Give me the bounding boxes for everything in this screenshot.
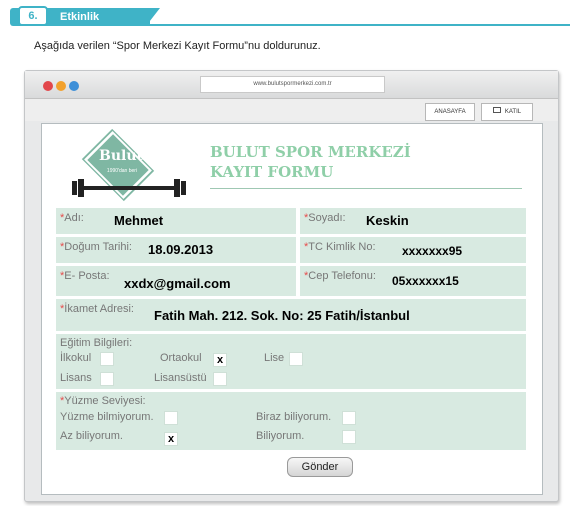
- surname-label: *Soyadı:: [304, 212, 346, 224]
- education-label: Eğitim Bilgileri:: [60, 337, 133, 349]
- join-button-label: KATIL: [504, 109, 522, 115]
- swim-little-checkbox[interactable]: x: [164, 432, 178, 446]
- phone-label: *Cep Telefonu:: [304, 270, 376, 282]
- swim-some-label: Biraz biliyorum.: [256, 411, 332, 423]
- education-lise-label: Lise: [264, 352, 285, 364]
- email-label-text: E- Posta:: [64, 270, 110, 282]
- address-field[interactable]: *İkamet Adresi: Fatih Mah. 212. Sok. No:…: [56, 299, 526, 331]
- barbell-icon: [72, 179, 186, 197]
- swim-none-label: Yüzme bilmiyorum.: [60, 411, 154, 423]
- phone-value: 05xxxxxx15: [392, 274, 459, 288]
- birth-date-field[interactable]: *Doğum Tarihi: 18.09.2013: [56, 237, 296, 263]
- education-ortaokul-label: Ortaokul: [160, 352, 202, 364]
- address-label-text: İkamet Adresi:: [64, 303, 134, 315]
- logo-name: Bulut: [99, 148, 143, 164]
- birth-date-label: *Doğum Tarihi:: [60, 241, 132, 253]
- activity-header: 6. Etkinlik: [10, 6, 570, 26]
- birth-date-value: 18.09.2013: [148, 242, 214, 257]
- birth-date-label-text: Doğum Tarihi:: [64, 241, 132, 253]
- logo-since: 1990'dan beri: [106, 168, 138, 174]
- activity-underline: [150, 24, 570, 26]
- swimming-label: *Yüzme Seviyesi:: [60, 395, 146, 407]
- browser-titlebar: www.bulutspormerkezi.com.tr: [25, 71, 558, 99]
- submit-button[interactable]: Gönder: [287, 457, 353, 477]
- surname-field[interactable]: *Soyadı: Keskin: [300, 208, 526, 234]
- education-lisans-checkbox[interactable]: [100, 372, 114, 386]
- education-lisansustu-checkbox[interactable]: [213, 372, 227, 386]
- site-logo: Bulut 1990'dan beri: [62, 128, 192, 202]
- swim-knows-label: Biliyorum.: [256, 430, 305, 442]
- instruction-text: Aşağıda verilen “Spor Merkezi Kayıt Form…: [34, 40, 321, 52]
- education-ortaokul-checkbox[interactable]: x: [213, 353, 227, 367]
- swim-little-label: Az biliyorum.: [60, 430, 123, 442]
- activity-number: 6.: [18, 6, 48, 26]
- browser-toolbar: ANASAYFA KATIL: [25, 99, 558, 121]
- web-page: Bulut 1990'dan beri BULUT SPOR MERKEZİ K…: [41, 123, 543, 495]
- activity-title: Etkinlik: [60, 11, 100, 23]
- phone-label-text: Cep Telefonu:: [308, 270, 376, 282]
- education-lise-checkbox[interactable]: [289, 352, 303, 366]
- name-field[interactable]: *Adı: Mehmet: [56, 208, 296, 234]
- surname-label-text: Soyadı:: [308, 212, 346, 224]
- name-label-text: Adı:: [64, 212, 84, 224]
- email-value: xxdx@gmail.com: [124, 276, 231, 291]
- email-label: *E- Posta:: [60, 270, 110, 282]
- name-label: *Adı:: [60, 212, 84, 224]
- swim-none-checkbox[interactable]: [164, 411, 178, 425]
- swimming-section: *Yüzme Seviyesi: Yüzme bilmiyorum. Biraz…: [56, 392, 526, 450]
- education-section: Eğitim Bilgileri: İlkokul Ortaokul x Lis…: [56, 334, 526, 389]
- address-label: *İkamet Adresi:: [60, 303, 134, 315]
- minimize-window-icon[interactable]: [56, 81, 66, 91]
- education-lisans-label: Lisans: [60, 372, 92, 384]
- swimming-label-text: Yüzme Seviyesi:: [64, 395, 146, 407]
- name-value: Mehmet: [114, 213, 164, 228]
- tc-no-label: *TC Kimlik No:: [304, 241, 376, 253]
- site-title: BULUT SPOR MERKEZİ KAYIT FORMU: [210, 142, 411, 182]
- address-value: Fatih Mah. 212. Sok. No: 25 Fatih/İstanb…: [154, 308, 410, 323]
- tc-no-field[interactable]: *TC Kimlik No: xxxxxxx95: [300, 237, 526, 263]
- education-lisansustu-label: Lisansüstü: [154, 372, 207, 384]
- maximize-window-icon[interactable]: [69, 81, 79, 91]
- join-button[interactable]: KATIL: [481, 103, 533, 121]
- address-bar[interactable]: www.bulutspormerkezi.com.tr: [200, 76, 385, 93]
- tc-no-label-text: TC Kimlik No:: [308, 241, 376, 253]
- swim-knows-checkbox[interactable]: [342, 430, 356, 444]
- education-ilkokul-label: İlkokul: [60, 352, 92, 364]
- phone-field[interactable]: *Cep Telefonu: 05xxxxxx15: [300, 266, 526, 296]
- email-field[interactable]: *E- Posta: xxdx@gmail.com: [56, 266, 296, 296]
- browser-window: www.bulutspormerkezi.com.tr ANASAYFA KAT…: [24, 70, 559, 502]
- site-title-line1: BULUT SPOR MERKEZİ: [210, 143, 411, 161]
- education-ilkokul-checkbox[interactable]: [100, 352, 114, 366]
- swim-some-checkbox[interactable]: [342, 411, 356, 425]
- home-button[interactable]: ANASAYFA: [425, 103, 475, 121]
- site-title-line2: KAYIT FORMU: [210, 163, 334, 181]
- surname-value: Keskin: [366, 213, 409, 228]
- mail-icon: [492, 107, 501, 114]
- tc-no-value: xxxxxxx95: [402, 244, 463, 258]
- title-divider: [210, 188, 522, 189]
- close-window-icon[interactable]: [43, 81, 53, 91]
